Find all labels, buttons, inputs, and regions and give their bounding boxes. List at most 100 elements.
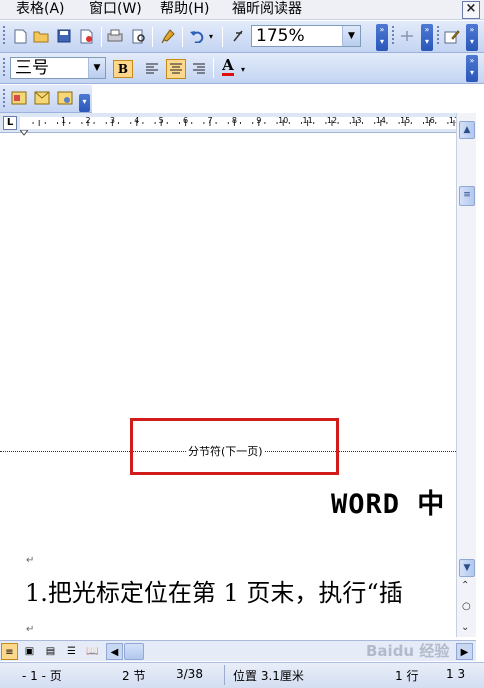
scroll-left-icon[interactable]: ◀ [106,643,123,660]
select-browse-object-icon[interactable]: ○ [462,601,471,612]
status-position: 位置 3.1厘米 [233,669,304,683]
undo-dropdown-icon[interactable]: ▾ [206,27,216,45]
separator [222,27,223,47]
format-painter-icon[interactable] [159,27,177,45]
highlight-box [130,418,339,475]
paragraph-mark: ↵ [26,624,35,635]
status-bar: - 1 - 页 2 节 3/38 位置 3.1厘米 1 行 1 3 [0,662,484,688]
document-body-line: 1.把光标定位在第 1 页末，执行“插 [25,579,403,607]
align-center-icon[interactable] [166,59,186,79]
toolbar-options-button[interactable]: ▾ [79,94,90,112]
document-heading: WORD 中 [331,489,446,520]
status-page-of: 3/38 [176,667,203,681]
zoom-select[interactable]: 175% ▼ [251,25,361,47]
ruler-number: 4 [134,116,140,125]
tab-selector-button[interactable]: L [3,116,17,130]
ruler-number: 13 [351,116,362,125]
undo-icon[interactable] [188,27,206,45]
scroll-right-icon[interactable]: ▶ [456,643,473,660]
separator [224,665,225,685]
menu-help[interactable]: 帮助(H) [160,0,209,20]
merge-settings-icon[interactable] [56,89,74,107]
toolbar-options-button[interactable]: » ▾ [376,24,388,51]
toolbar-options-button[interactable]: » ▾ [421,24,433,51]
toolbar-grip[interactable] [3,58,6,76]
chevron-down-icon[interactable]: ▼ [342,26,360,46]
horizontal-scroll-thumb[interactable] [124,643,144,660]
normal-view-icon[interactable]: ≡ [1,643,18,660]
status-page: - 1 - 页 [22,669,62,683]
toolbar-grip[interactable] [3,26,6,44]
ruler-number: 5 [158,116,164,125]
new-document-icon[interactable] [11,27,29,45]
status-line: 1 行 [395,669,419,683]
indent-marker-icon[interactable] [18,127,30,136]
font-color-icon: A [222,56,234,76]
menu-bar: 表格(A) 窗口(W) 帮助(H) 福昕阅读器 × [0,0,484,20]
ruler-number: 6 [183,116,189,125]
watermark-logo: Baidu 经验 [366,642,450,660]
menu-window[interactable]: 窗口(W) [89,0,142,20]
edit-icon[interactable] [443,27,461,45]
ruler-number: 16 [424,116,435,125]
separator [101,27,102,47]
align-left-icon[interactable] [143,60,161,78]
drawing-icon[interactable] [398,27,416,45]
ruler-scale [20,117,456,129]
outline-view-icon[interactable]: ☰ [63,643,80,660]
font-color-dropdown-icon[interactable]: ▾ [238,60,248,78]
zoom-value: 175% [256,26,305,46]
ruler-number: 15 [400,116,411,125]
show-formatting-icon[interactable] [229,27,247,45]
chevron-down-icon[interactable]: ▼ [88,58,105,78]
mail-merge-toolbar: ▾ [0,85,92,113]
bold-button[interactable]: B [113,60,133,78]
next-page-icon[interactable]: ⌄ [461,622,469,633]
toolbar-grip[interactable] [437,26,440,44]
status-column: 1 3 [446,667,466,681]
scroll-thumb[interactable]: ≡ [459,186,475,206]
ruler-number: 12 [326,116,338,125]
ruler-number: 2 [85,116,91,125]
mail-merge-icon[interactable] [33,89,51,107]
ruler-number: 3 [109,116,115,125]
scroll-up-icon[interactable]: ▲ [459,121,475,139]
status-section: 2 节 [122,669,146,683]
toolbar-grip[interactable] [392,26,395,44]
vertical-scrollbar[interactable]: ▲ ≡ ▼ ⌃ ○ ⌄ [456,113,476,637]
font-color-button[interactable]: A [219,58,237,76]
save-icon[interactable] [55,27,73,45]
font-size-value: 三号 [15,58,49,78]
open-folder-icon[interactable] [32,27,50,45]
formatting-toolbar: 三号 ▼ B A ▾ » ▾ [0,53,484,84]
web-layout-icon[interactable]: ▣ [21,643,38,660]
align-right-icon[interactable] [190,60,208,78]
scroll-down-icon[interactable]: ▼ [459,559,475,577]
ruler-number: 14 [375,116,386,125]
close-document-button[interactable]: × [462,1,480,19]
standard-toolbar: ▾ 175% ▼ » ▾ » ▾ » ▾ [0,21,484,53]
permission-icon[interactable] [78,27,96,45]
previous-page-icon[interactable]: ⌃ [461,580,469,591]
menu-foxit-reader[interactable]: 福昕阅读器 [232,0,302,20]
print-icon[interactable] [106,27,124,45]
toolbar-options-button[interactable]: » ▾ [466,24,478,51]
ruler-number: 9 [256,116,262,125]
ruler-number: 11 [302,116,313,125]
paragraph-mark: ↵ [26,555,35,566]
print-layout-icon[interactable]: ▤ [42,643,59,660]
separator [182,27,183,47]
ruler-number: 8 [231,116,237,125]
toolbar-grip[interactable] [3,89,6,107]
print-preview-icon[interactable] [130,27,148,45]
ruler-number: 1 [61,116,67,125]
separator [152,27,153,47]
font-size-select[interactable]: 三号 ▼ [10,57,106,79]
ruler-number: 7 [207,116,213,125]
insert-field-icon[interactable] [10,89,28,107]
menu-table[interactable]: 表格(A) [16,0,65,20]
reading-layout-icon[interactable]: 📖 [84,643,101,660]
horizontal-ruler[interactable]: 1 2 3 4 5 6 7 8 9 10 11 12 13 14 15 16 17 [0,113,459,133]
separator [213,58,214,78]
toolbar-options-button[interactable]: » ▾ [466,55,478,82]
